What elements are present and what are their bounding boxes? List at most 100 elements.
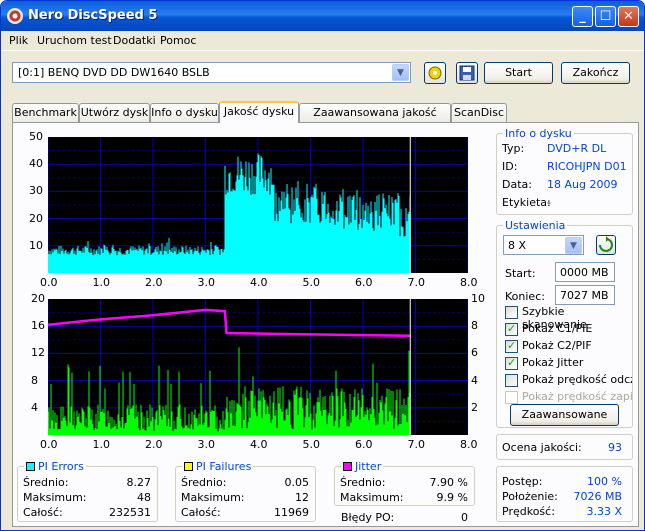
pi-failures-x-tick: 5.0: [302, 438, 321, 451]
tab-disc-quality[interactable]: Jakość dysku: [219, 101, 299, 123]
show-c2-checkbox[interactable]: [505, 339, 518, 353]
pi-failures-y-tick: 16: [31, 319, 45, 333]
pi-failures-x-tick: 4.0: [250, 438, 268, 451]
jitter-y-tick: 8: [471, 319, 478, 333]
progress-group: Postęp: 100 % Położenie: 7026 MB Prędkoś…: [496, 466, 633, 522]
tab-scandisc[interactable]: ScanDisc: [451, 103, 507, 122]
tab-benchmark[interactable]: Benchmark: [12, 103, 79, 122]
pi-errors-max-label: Maksimum:: [23, 491, 87, 504]
pi-failures-x-tick: 7.0: [407, 438, 426, 451]
pi-failures-legend-swatch: [184, 462, 193, 471]
start-input[interactable]: 0000 MB: [555, 262, 615, 282]
jitter-max-label: Maksimum:: [340, 491, 404, 504]
pi-failures-group: PI Failures Średnio: 0.05 Maksimum: 12 C…: [175, 460, 316, 522]
jitter-legend-swatch: [343, 462, 352, 471]
end-label: Koniec:: [505, 290, 545, 303]
pi-errors-total-label: Całość:: [23, 506, 63, 519]
position-label: Położenie:: [502, 490, 558, 503]
tab-create-disc[interactable]: Utwórz dysk: [79, 103, 150, 122]
pi-errors-legend-swatch: [26, 462, 35, 471]
pi-failures-max-value: 12: [295, 491, 309, 504]
show-c1-checkbox[interactable]: [505, 322, 518, 336]
jitter-line: [47, 308, 411, 337]
jitter-avg-label: Średnio:: [340, 476, 386, 489]
tab-disc-info[interactable]: Info o dysku: [150, 103, 219, 122]
end-button[interactable]: Zakończ: [561, 62, 630, 84]
position-value: 7026 MB: [573, 490, 622, 503]
jitter-y-tick: 6: [471, 346, 478, 360]
tab-strip: Benchmark Utwórz dysk Info o dysku Jakoś…: [12, 101, 632, 136]
settings-title: Ustawienia: [503, 219, 568, 232]
pi-failures-avg-label: Średnio:: [181, 476, 227, 489]
pi-errors-x-tick: 1.0: [92, 276, 111, 289]
pi-failures-x-tick: 2.0: [145, 438, 163, 451]
quick-scan-checkbox[interactable]: [505, 306, 518, 319]
disc-type-value: DVD+R DL: [547, 142, 607, 155]
pi-errors-x-tick: 4.0: [250, 276, 268, 289]
read-speed-value: 3.33 X: [586, 505, 622, 518]
pi-errors-chart: [47, 137, 469, 273]
refresh-icon[interactable]: [596, 235, 616, 255]
menu-dodatki[interactable]: Dodatki: [113, 34, 156, 47]
disc-label-label: Etykieta:: [502, 196, 551, 209]
pi-failures-avg-value: 0.05: [284, 476, 310, 489]
jitter-max-value: 9.9 %: [436, 491, 468, 504]
pi-errors-plot: [47, 137, 469, 273]
save-icon[interactable]: [456, 62, 478, 84]
pi-errors-y-tick: 30: [29, 184, 43, 198]
pi-errors-avg-value: 8.27: [126, 476, 152, 489]
pi-failures-y-tick: 8: [31, 373, 38, 387]
show-jitter-checkbox[interactable]: [505, 356, 518, 370]
start-label: Start:: [505, 267, 536, 280]
advanced-button[interactable]: Zaawansowane: [510, 404, 619, 426]
title-bar: Nero DiscSpeed 5 _ ☐ ✕: [1, 1, 644, 31]
tab-advanced-quality[interactable]: Zaawansowana jakość dysku: [299, 103, 451, 136]
chevron-down-icon[interactable]: ▼: [565, 237, 582, 254]
start-button[interactable]: Start: [484, 62, 553, 84]
pi-failures-max-label: Maksimum:: [181, 491, 245, 504]
progress-label: Postęp:: [502, 475, 543, 488]
quality-score-label: Ocena jakości:: [502, 441, 582, 454]
minimize-button[interactable]: _: [572, 6, 593, 27]
pi-errors-max-value: 48: [137, 491, 151, 504]
show-read-speed-checkbox[interactable]: [505, 374, 518, 387]
jitter-avg-value: 7.90 %: [429, 476, 468, 489]
pi-errors-x-tick: 6.0: [355, 276, 373, 289]
window-title: Nero DiscSpeed 5: [28, 8, 158, 23]
pi-failures-total-label: Całość:: [181, 506, 221, 519]
settings-group: Ustawienia 8 X ▼ Start: 0000 MB Koniec: …: [496, 219, 633, 428]
pi-errors-y-tick: 40: [29, 157, 43, 171]
menu-plik[interactable]: Plik: [9, 34, 28, 47]
po-errors-label: Błędy PO:: [341, 511, 395, 524]
pi-errors-total-value: 232531: [109, 506, 151, 519]
close-button[interactable]: ✕: [618, 6, 639, 27]
pi-failures-total-value: 11969: [274, 506, 309, 519]
pi-failures-plot: [47, 299, 469, 435]
pi-failures-x-tick: 3.0: [197, 438, 216, 451]
pi-errors-x-tick: 5.0: [302, 276, 321, 289]
show-c2-label: Pokaż C2/PIF: [522, 339, 592, 352]
disc-id-value: RICOHJPN D01: [547, 160, 627, 173]
pi-errors-y-tick: 20: [29, 211, 43, 225]
chevron-down-icon[interactable]: ▼: [392, 64, 409, 81]
speed-value: 8 X: [508, 239, 527, 252]
pi-errors-y-tick: 10: [29, 238, 43, 252]
maximize-button[interactable]: ☐: [595, 6, 616, 27]
pi-failures-chart: [47, 299, 469, 435]
pi-failures-x-tick: 0.0: [40, 438, 58, 451]
drive-select[interactable]: [0:1] BENQ DVD DD DW1640 BSLB ▼: [12, 62, 411, 83]
end-input[interactable]: 7027 MB: [555, 285, 615, 305]
pi-failures-y-tick: 12: [31, 346, 45, 360]
speed-select[interactable]: 8 X ▼: [503, 235, 584, 255]
eject-icon[interactable]: [424, 62, 446, 84]
pi-failures-x-tick: 6.0: [355, 438, 373, 451]
menu-pomoc[interactable]: Pomoc: [160, 34, 196, 47]
disc-info-title: Info o dysku: [503, 127, 574, 140]
jitter-y-tick: 10: [471, 292, 485, 305]
disc-date-value: 18 Aug 2009: [547, 178, 618, 191]
show-jitter-label: Pokaż Jitter: [522, 356, 584, 369]
menu-uruchom-test[interactable]: Uruchom test: [37, 34, 112, 47]
disc-label-value: -: [547, 196, 551, 209]
menu-bar: Plik Uruchom test Dodatki Pomoc: [1, 31, 644, 51]
disc-info-group: Info o dysku Typ: DVD+R DL ID: RICOHJPN …: [496, 127, 633, 215]
